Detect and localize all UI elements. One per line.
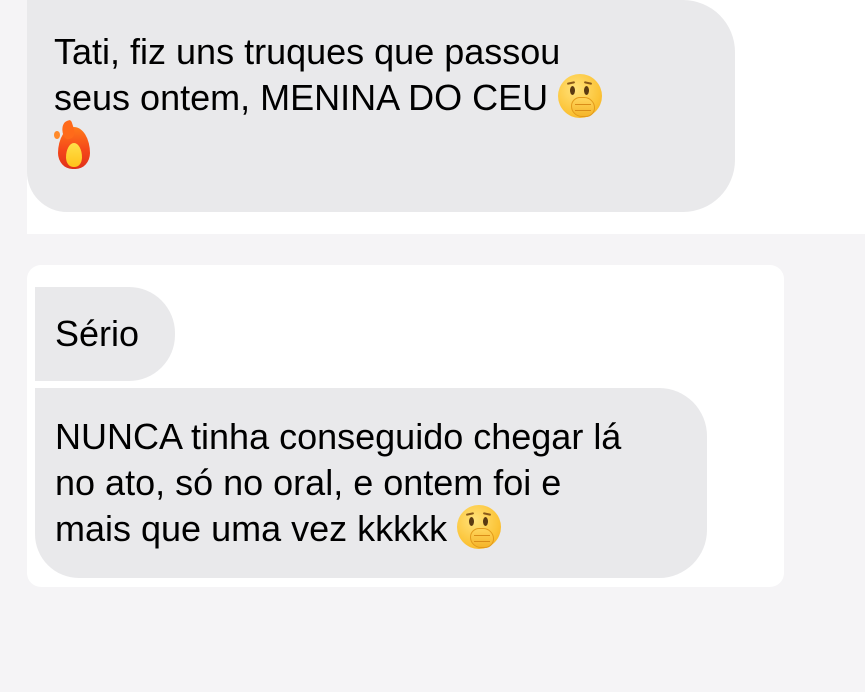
hand-over-mouth-face-icon xyxy=(558,74,603,119)
message-2-text: Sério xyxy=(55,313,140,354)
message-3-line-1: NUNCA tinha conseguido chegar lá xyxy=(55,416,622,457)
fire-icon xyxy=(54,120,94,171)
message-3-line-3: mais que uma vez kkkkk xyxy=(55,505,689,552)
message-1-line-1: Tati, fiz uns truques que passou xyxy=(54,31,561,72)
message-1-line-2-text: seus ontem, MENINA DO CEU xyxy=(54,77,549,118)
message-bubble-2[interactable]: Sério xyxy=(35,287,175,381)
message-3-line-2: no ato, só no oral, e ontem foi e xyxy=(55,462,562,503)
message-3-line-3-text: mais que uma vez kkkkk xyxy=(55,508,448,549)
message-bubble-1[interactable]: Tati, fiz uns truques que passou seus on… xyxy=(27,0,735,212)
message-1-line-3 xyxy=(54,120,715,171)
message-1-line-2: seus ontem, MENINA DO CEU xyxy=(54,74,715,121)
hand-over-mouth-face-icon xyxy=(457,505,502,550)
message-bubble-3[interactable]: NUNCA tinha conseguido chegar lá no ato,… xyxy=(35,388,707,578)
